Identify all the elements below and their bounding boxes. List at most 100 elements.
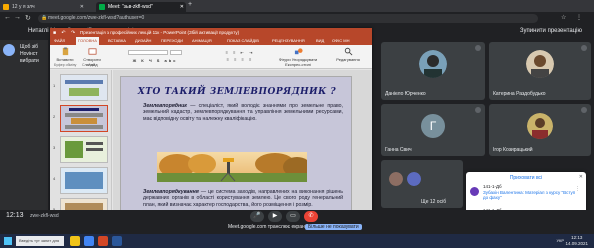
file-explorer-icon[interactable] — [70, 236, 80, 246]
participant-tile[interactable]: Даніело Юрченко — [381, 42, 485, 100]
shapes-icon — [294, 48, 303, 55]
stop-presenting-button[interactable]: Зупинити презентацію — [520, 28, 582, 34]
participant-name: Ганна Свич — [385, 147, 412, 153]
meet-controls-bar: 12:13 zwe-zkfl-wsd 🎤 ▶ ▭ ✆ Meet.google.c… — [0, 210, 594, 234]
list-icons[interactable]: ≡ ≡ ⇤ ⇥ — [210, 50, 270, 55]
close-tab-icon[interactable]: ✕ — [180, 2, 184, 12]
url-field[interactable]: 🔒 meet.google.com/zwe-zkfl-wsd?authuser=… — [38, 14, 538, 23]
thumbnail-preview — [61, 106, 107, 131]
meet-favicon-icon — [99, 4, 105, 10]
group-slides-label: Слайди — [82, 63, 95, 67]
slide-title: ХТО ТАКИЙ ЗЕМЛЕВПОРЯДНИК ? — [137, 87, 337, 97]
user-avatar-icon — [470, 187, 479, 196]
participant-tile[interactable]: Ігор Козирацький — [489, 104, 591, 156]
camera-button[interactable]: ▶ — [268, 211, 282, 222]
group-clipboard-label: Буфер обміну — [54, 63, 77, 67]
slide-thumbnail[interactable]: 4 — [53, 167, 108, 194]
avatar — [407, 172, 421, 186]
slide-editor: ХТО ТАКИЙ ЗЕМЛЕВПОРЯДНИК ? Землевпорядни… — [113, 70, 372, 224]
new-slide-icon — [88, 48, 96, 55]
word-icon[interactable] — [112, 236, 122, 246]
screen-share-notice: Meet.google.com транслює екран — [228, 224, 305, 230]
browser-tab[interactable]: 12 у я злч ✕ — [0, 2, 86, 12]
thumbnail-preview — [61, 75, 107, 100]
ppt-tab-review[interactable]: РЕЦЕНЗУВАННЯ — [272, 38, 305, 43]
leave-call-button[interactable]: ✆ — [304, 211, 318, 222]
ppt-tab-insert[interactable]: ВСТАВКА — [108, 38, 126, 43]
avatar — [527, 113, 553, 139]
taskbar-search[interactable]: Введіть тут запит для пошуку — [16, 236, 64, 246]
present-button[interactable]: ▭ — [286, 211, 300, 222]
participant-tile[interactable]: Г Ганна Свич — [381, 104, 485, 156]
slide-thumbnail[interactable]: 1 — [53, 74, 108, 101]
ppt-tab-file[interactable]: ФАЙЛ — [54, 38, 66, 43]
forward-icon[interactable]: → — [14, 14, 21, 21]
taskbar-clock[interactable]: 12:13 14.09.2021 — [565, 235, 588, 246]
mic-button[interactable]: 🎤 — [250, 211, 264, 222]
meet-left-panel: Щоб зіб Hoviнст вибрати — [0, 40, 48, 210]
more-icon[interactable]: ⋮ — [575, 186, 580, 192]
left-panel-label: вибрати — [20, 58, 39, 64]
meeting-clock: 12:13 — [6, 212, 24, 219]
avatar: Г — [421, 114, 445, 138]
font-controls[interactable]: Ж К Ч S abc — [110, 50, 200, 63]
ppt-tab-slideshow[interactable]: ПОКАЗ СЛАЙДІВ — [227, 38, 259, 43]
avatar — [3, 44, 15, 56]
drawing-group[interactable]: Фігури Упорядкувати Експрес-стилі — [276, 47, 320, 67]
align-icons[interactable]: ≡ ≡ ≡ ≡ — [210, 57, 270, 62]
ppt-tab-office[interactable]: ОФІС МН — [332, 38, 349, 43]
ppt-titlebar: ■ ↶ ↷ Презентація з професійних лекцій 1… — [50, 28, 372, 37]
slide-thumbnail[interactable]: 3 — [53, 136, 108, 163]
participant-name: Даніело Юрченко — [385, 91, 426, 97]
left-panel-label: Щоб зіб — [20, 44, 38, 50]
avatar — [389, 172, 403, 186]
address-bar-row: ← → ↻ 🔒 meet.google.com/zwe-zkfl-wsd?aut… — [0, 12, 594, 25]
ppt-tab-transitions[interactable]: ПЕРЕХОДИ — [161, 38, 183, 43]
windows-start-icon[interactable] — [4, 237, 12, 245]
slide-paragraph-1: Землевпорядник — спеціаліст, який володі… — [143, 103, 343, 122]
thumbnail-preview — [61, 168, 107, 193]
paragraph-controls[interactable]: ≡ ≡ ⇤ ⇥ ≡ ≡ ≡ ≡ — [210, 50, 270, 62]
close-icon[interactable]: ✕ — [579, 174, 583, 180]
mic-off-icon — [475, 45, 481, 51]
participant-tile[interactable]: Катерина Раздобудько — [489, 42, 591, 100]
avatar — [526, 50, 554, 78]
tab-favicon-icon — [3, 4, 9, 10]
tab-label: 12 у я злч — [12, 4, 35, 10]
chrome-icon[interactable] — [84, 236, 94, 246]
windows-taskbar: Введіть тут запит для пошуку УКР 12:13 1… — [0, 234, 594, 248]
reload-icon[interactable]: ↻ — [25, 14, 31, 22]
back-icon[interactable]: ← — [4, 14, 11, 21]
tab-label: Meet: "зьв-zkfl-wsd" — [108, 4, 153, 10]
font-format-icons[interactable]: Ж К Ч S abc — [110, 58, 200, 63]
slide-paragraph-2: Землевпорядкування — це система заходів,… — [143, 189, 343, 208]
participant-tile[interactable]: Ще 12 осіб — [381, 160, 463, 208]
ppt-tab-view[interactable]: ВИД — [316, 38, 324, 43]
editing-button[interactable]: Редагування — [330, 47, 366, 62]
avatar — [419, 50, 447, 78]
more-participants-label: Ще 12 осіб — [421, 199, 447, 205]
quick-access-icons[interactable]: ■ ↶ ↷ — [53, 29, 77, 37]
current-slide[interactable]: ХТО ТАКИЙ ЗЕМЛЕВПОРЯДНИК ? Землевпорядни… — [120, 76, 352, 219]
dont-show-again-button[interactable]: Більше не показувати — [305, 224, 362, 230]
thumbnail-preview — [61, 137, 107, 162]
powerpoint-icon[interactable] — [98, 236, 108, 246]
new-tab-button[interactable]: + — [188, 1, 192, 8]
browser-toolbar-icons[interactable]: ☆ ⋮ — [561, 14, 586, 21]
paste-button[interactable]: Вставити — [54, 47, 76, 62]
ppt-tab-home[interactable]: ГОЛОВНА — [76, 37, 99, 45]
ppt-title-text: Презентація з професійних лекцій 11к - P… — [80, 30, 240, 35]
powerpoint-window: ■ ↶ ↷ Презентація з професійних лекцій 1… — [50, 28, 372, 234]
close-tab-icon[interactable]: ✕ — [80, 2, 84, 12]
ppt-ribbon-tabs: ФАЙЛ ГОЛОВНА ВСТАВКА ДИЗАЙН ПЕРЕХОДИ АНІ… — [50, 37, 372, 45]
slide-thumbnail-selected[interactable]: 2 — [53, 105, 108, 132]
chat-message[interactable]: 141-1-Дб Зубахін Валентина: Матеріал з к… — [470, 184, 582, 202]
ppt-tab-animation[interactable]: АНІМАЦІЯ — [192, 38, 212, 43]
url-text: meet.google.com/zwe-zkfl-wsd?authuser=0 — [48, 15, 145, 21]
ppt-tab-design[interactable]: ДИЗАЙН — [135, 38, 151, 43]
browser-tab-active[interactable]: Meet: "зьв-zkfl-wsd" ✕ — [96, 2, 186, 12]
hide-all-button[interactable]: Приховати всі — [466, 175, 586, 181]
lock-icon: 🔒 — [41, 15, 48, 21]
clipboard-icon — [62, 47, 68, 56]
tray-language[interactable]: УКР — [556, 238, 564, 243]
